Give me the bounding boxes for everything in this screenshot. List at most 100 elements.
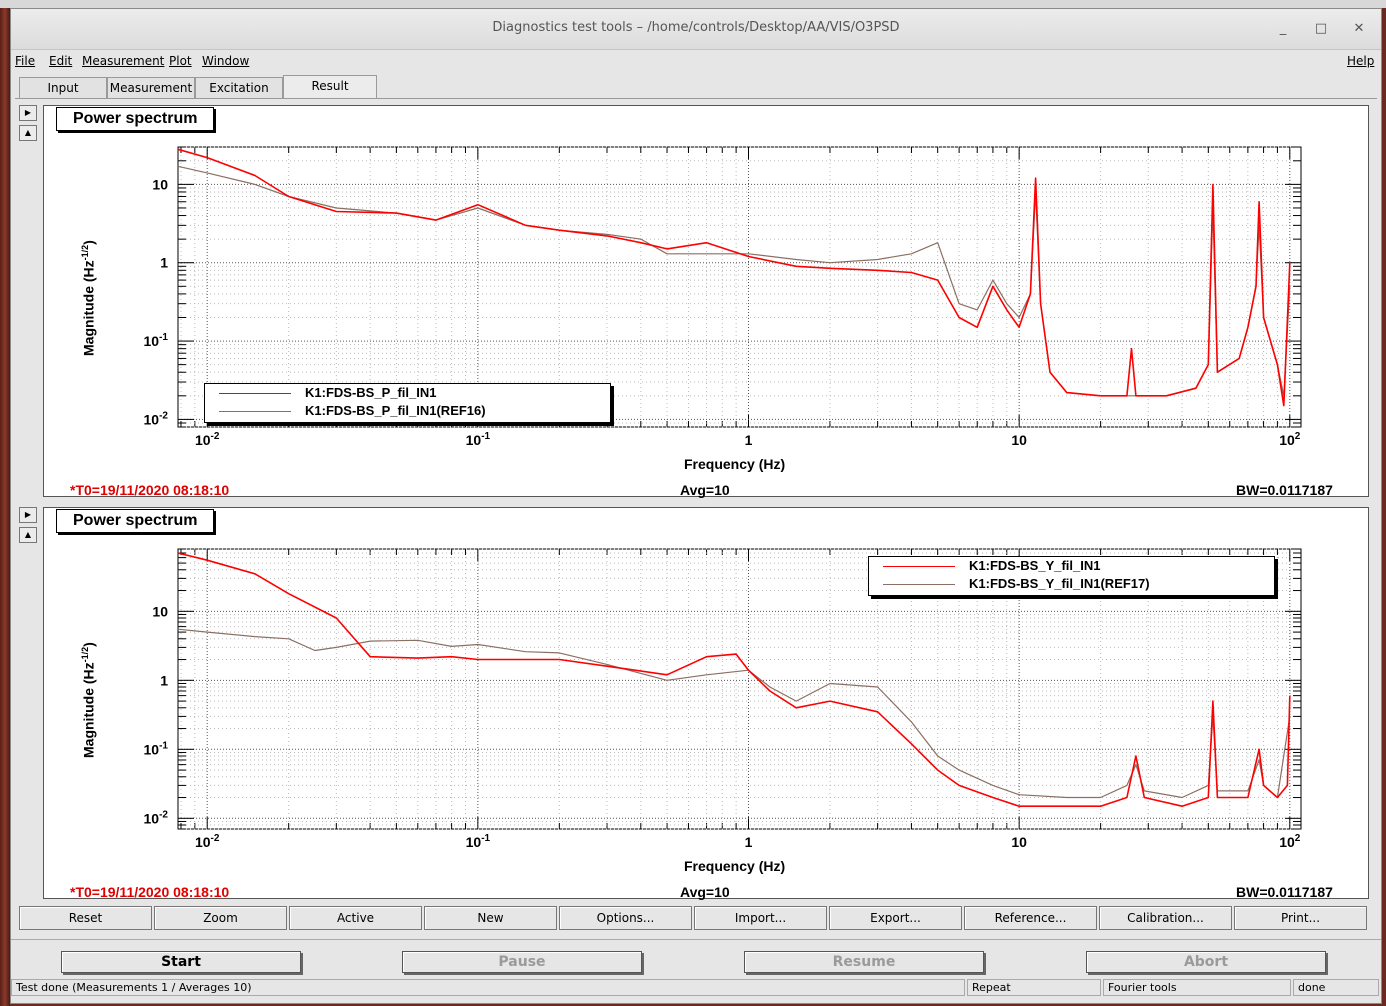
y-axis-label: Magnitude (Hz-1/2) (80, 642, 97, 758)
panel-collapse-button[interactable]: ▲ (19, 125, 37, 141)
x-tick-label: 10-1 (466, 431, 491, 448)
plot-panel-2: ▶ ▲ Power spectrum 10-2 10-1 1 10 102 10-2 10-… (15, 507, 1369, 903)
y-tick-label: 10 (152, 603, 168, 619)
y-tick-exponent: -2 (159, 410, 168, 421)
plot-toolbar: Reset Zoom Active New Options... Import.… (17, 906, 1373, 932)
tab-bar: Input Measurement Excitation Result (15, 75, 1381, 99)
avg-count: Avg=10 (680, 884, 730, 900)
plot-area[interactable]: Power spectrum 10-2 10-1 1 10 102 10-2 10-1 1 10… (43, 105, 1369, 498)
export-button[interactable]: Export... (829, 906, 962, 930)
avg-count: Avg=10 (680, 482, 730, 498)
legend-item: K1:FDS-BS_P_fil_IN1 (205, 385, 610, 403)
menu-measurement[interactable]: Measurement (82, 54, 164, 68)
x-tick-exponent: -2 (211, 431, 220, 442)
panel-collapse-button[interactable]: ▲ (19, 527, 37, 543)
legend: K1:FDS-BS_Y_fil_IN1 K1:FDS-BS_Y_fil_IN1(… (868, 556, 1275, 596)
window-title: Diagnostics test tools – /home/controls/… (492, 20, 900, 35)
x-tick-label: 10-2 (195, 833, 220, 850)
status-repeat: Repeat (967, 979, 1101, 996)
start-button[interactable]: Start (61, 951, 301, 973)
legend-item: K1:FDS-BS_P_fil_IN1(REF16) (205, 403, 610, 421)
bandwidth: BW=0.0117187 (1236, 482, 1333, 498)
active-button[interactable]: Active (289, 906, 422, 930)
calibration-button[interactable]: Calibration... (1099, 906, 1232, 930)
plot-area[interactable]: Power spectrum 10-2 10-1 1 10 102 10-2 10-1 1 10… (43, 507, 1369, 900)
y-tick-label: 1 (160, 672, 168, 688)
legend-label: K1:FDS-BS_Y_fil_IN1 (969, 558, 1101, 573)
new-button[interactable]: New (424, 906, 557, 930)
x-tick-label: 102 (1279, 833, 1301, 850)
menu-plot[interactable]: Plot (169, 54, 192, 68)
desktop-top-strip (0, 0, 1386, 8)
y-tick-label: 10 (152, 176, 168, 192)
legend-item: K1:FDS-BS_Y_fil_IN1(REF17) (869, 576, 1274, 594)
pause-button[interactable]: Pause (402, 951, 642, 973)
tab-excitation[interactable]: Excitation (195, 77, 283, 98)
legend-label: K1:FDS-BS_P_fil_IN1(REF16) (305, 403, 486, 418)
legend-label: K1:FDS-BS_P_fil_IN1 (305, 385, 437, 400)
close-button[interactable]: ✕ (1349, 19, 1369, 39)
t0-timestamp: *T0=19/11/2020 08:18:10 (70, 884, 230, 900)
x-tick-label: 10-1 (466, 833, 491, 850)
reset-button[interactable]: Reset (19, 906, 152, 930)
y-tick-exponent: -1 (159, 740, 168, 751)
control-bar: Start Pause Resume Abort (11, 939, 1381, 980)
minimize-button[interactable]: _ (1273, 19, 1293, 39)
y-tick-label: 10-1 (144, 332, 169, 349)
panel-expand-button[interactable]: ▶ (19, 507, 37, 523)
status-bar: Test done (Measurements 1 / Averages 10)… (11, 979, 1381, 997)
menu-window[interactable]: Window (202, 54, 249, 68)
print-button[interactable]: Print... (1234, 906, 1367, 930)
x-tick-label: 1 (745, 834, 753, 850)
t0-timestamp: *T0=19/11/2020 08:18:10 (70, 482, 230, 498)
x-tick-exponent: -2 (211, 833, 220, 844)
menu-edit[interactable]: Edit (49, 54, 72, 68)
x-tick-label: 102 (1279, 431, 1301, 448)
status-message: Test done (Measurements 1 / Averages 10) (11, 979, 965, 996)
legend-item: K1:FDS-BS_Y_fil_IN1 (869, 558, 1274, 576)
y-tick-label: 10-1 (144, 740, 169, 757)
tab-divider (15, 98, 1377, 99)
tab-measurement[interactable]: Measurement (107, 77, 195, 98)
reference-button[interactable]: Reference... (964, 906, 1097, 930)
x-tick-exponent: 2 (1295, 431, 1301, 442)
menu-file[interactable]: File (15, 54, 35, 68)
status-tools: Fourier tools (1103, 979, 1291, 996)
title-bar[interactable]: Diagnostics test tools – /home/controls/… (11, 9, 1381, 50)
x-tick-label: 10-2 (195, 431, 220, 448)
options-button[interactable]: Options... (559, 906, 692, 930)
tab-result[interactable]: Result (283, 75, 377, 99)
zoom-button[interactable]: Zoom (154, 906, 287, 930)
menu-help[interactable]: Help (1347, 54, 1374, 68)
desktop-background (0, 0, 10, 1006)
legend-swatch (883, 584, 955, 585)
resume-button[interactable]: Resume (744, 951, 984, 973)
legend-swatch (219, 393, 291, 394)
status-state: done (1293, 979, 1379, 996)
legend-label: K1:FDS-BS_Y_fil_IN1(REF17) (969, 576, 1150, 591)
x-tick-exponent: -1 (481, 431, 490, 442)
import-button[interactable]: Import... (694, 906, 827, 930)
y-tick-label: 1 (160, 255, 168, 271)
spectrum-chart: 10-2 10-1 1 10 102 10-2 10-1 1 10 (144, 146, 1302, 448)
x-tick-exponent: 2 (1295, 833, 1301, 844)
y-axis-label: Magnitude (Hz-1/2) (80, 240, 97, 356)
y-tick-label: 10-2 (144, 809, 169, 826)
x-tick-label: 10 (1011, 432, 1027, 448)
diagnostics-window: Diagnostics test tools – /home/controls/… (10, 8, 1382, 1004)
legend: K1:FDS-BS_P_fil_IN1 K1:FDS-BS_P_fil_IN1(… (204, 383, 611, 423)
plot-panel-1: ▶ ▲ Power spectrum 10-2 10-1 1 10 102 10-2 10-… (15, 105, 1369, 501)
legend-swatch (883, 566, 955, 567)
tab-input[interactable]: Input (19, 77, 107, 98)
legend-swatch (219, 411, 291, 412)
x-axis-label: Frequency (Hz) (684, 456, 786, 472)
panel-expand-button[interactable]: ▶ (19, 105, 37, 121)
y-tick-label: 10-2 (144, 410, 169, 427)
x-tick-label: 10 (1011, 834, 1027, 850)
maximize-button[interactable]: □ (1311, 19, 1331, 39)
abort-button[interactable]: Abort (1086, 951, 1326, 973)
y-tick-exponent: -2 (159, 809, 168, 820)
bandwidth: BW=0.0117187 (1236, 884, 1333, 900)
menu-bar: File Edit Measurement Plot Window Help (11, 50, 1381, 72)
x-tick-exponent: -1 (481, 833, 490, 844)
